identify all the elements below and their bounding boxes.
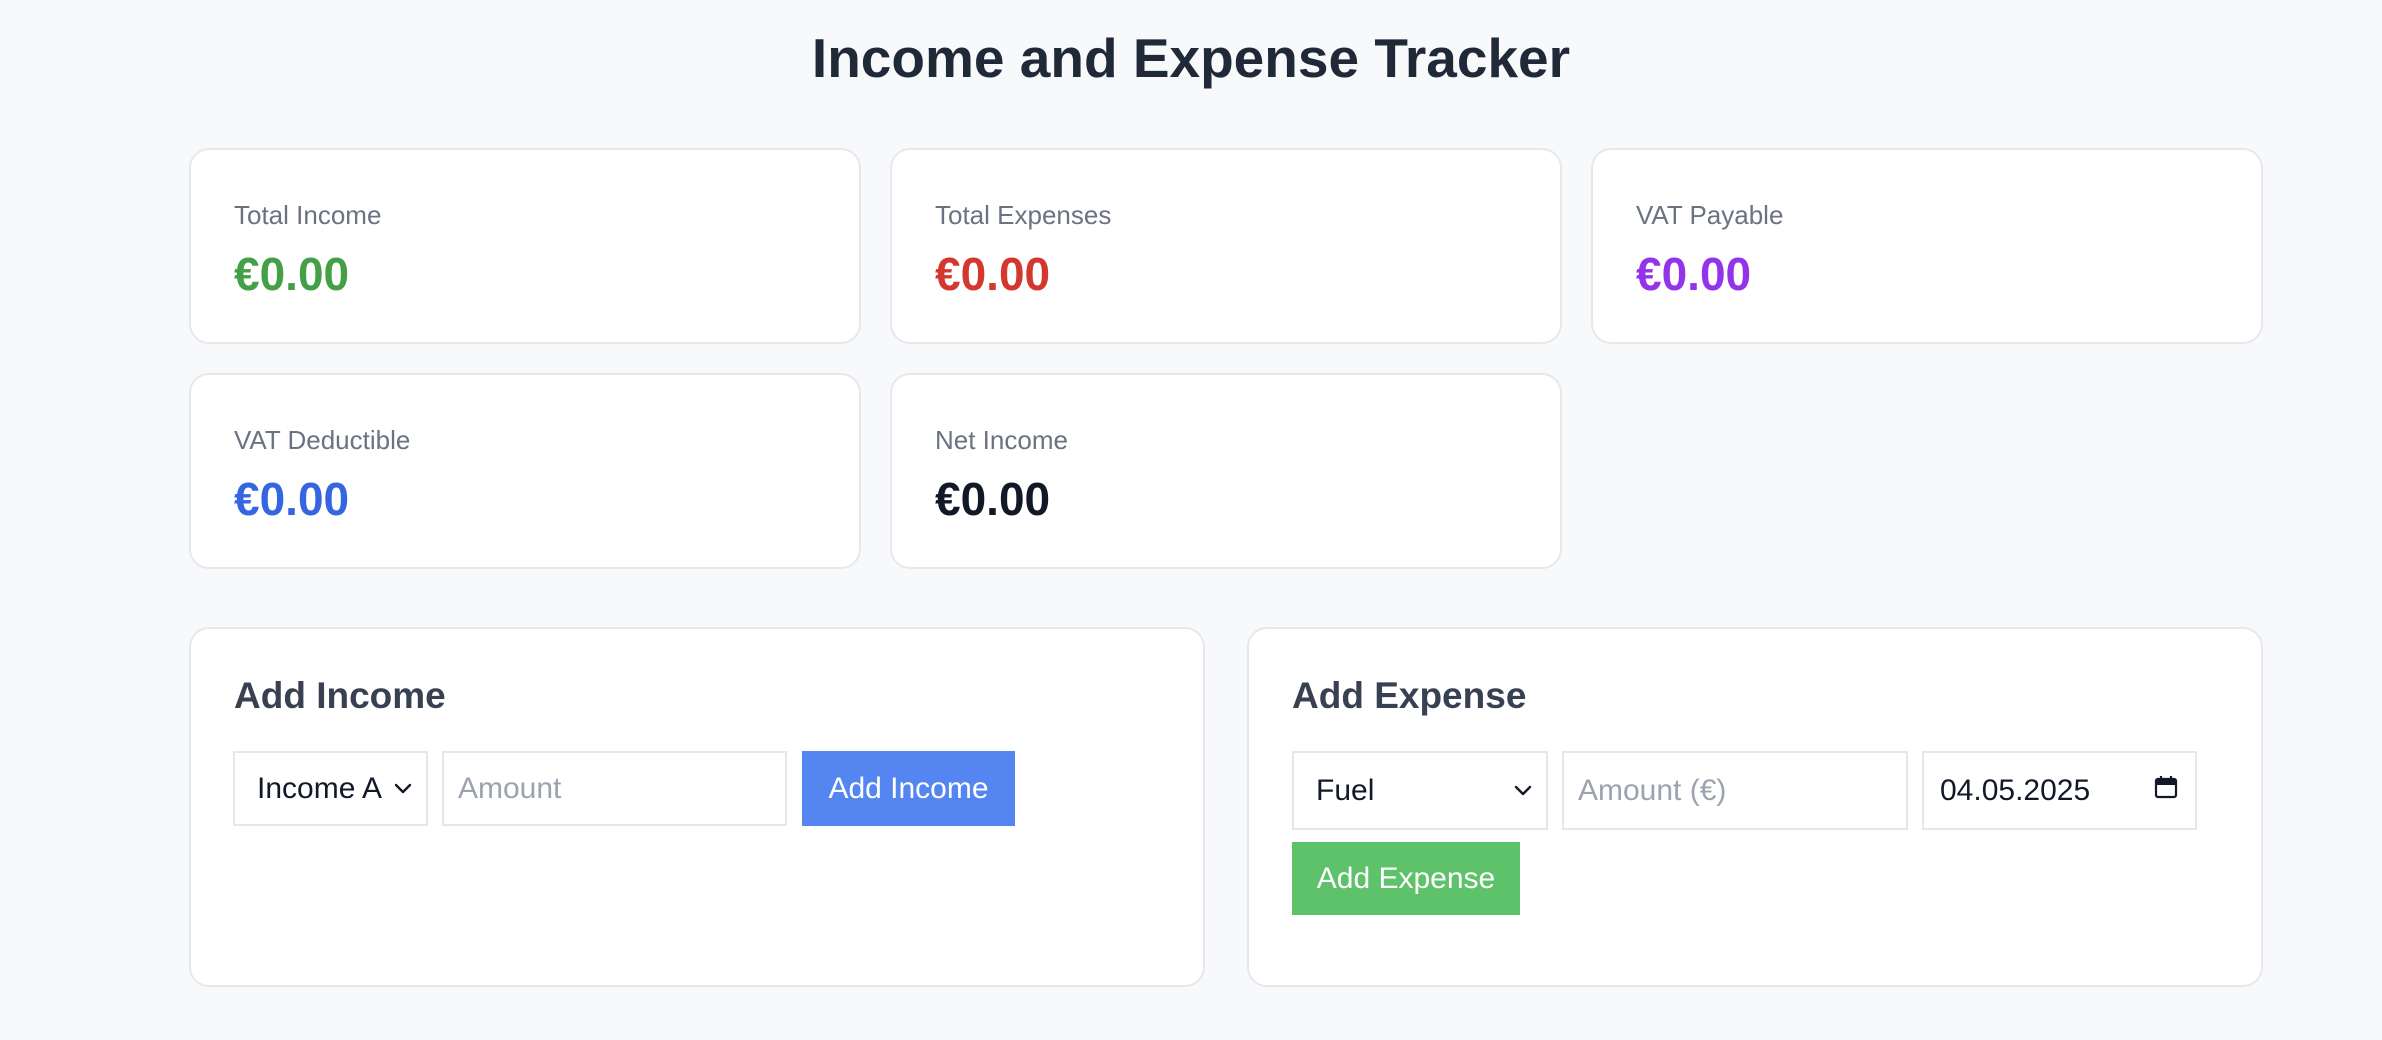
total-income-label: Total Income [234, 200, 382, 230]
add-expense-card: Add Expense Fuel Amount (€) 04.05.2025 A… [1247, 627, 2263, 987]
expense-amount-input[interactable]: Amount (€) [1562, 751, 1908, 830]
vat-deductible-value: €0.00 [234, 473, 350, 525]
expense-category-value: Fuel [1316, 773, 1375, 807]
expense-date-input[interactable]: 04.05.2025 [1922, 751, 2197, 830]
total-income-card: Total Income €0.00 [189, 148, 861, 344]
income-amount-input[interactable]: Amount [442, 751, 787, 826]
net-income-card: Net Income €0.00 [890, 373, 1562, 569]
vat-payable-label: VAT Payable [1636, 200, 1784, 230]
chevron-down-icon [1510, 778, 1536, 804]
vat-payable-value: €0.00 [1636, 248, 1752, 300]
net-income-label: Net Income [935, 425, 1068, 455]
total-expenses-label: Total Expenses [935, 200, 1112, 230]
vat-deductible-label: VAT Deductible [234, 425, 411, 455]
vat-payable-card: VAT Payable €0.00 [1591, 148, 2263, 344]
expense-category-select[interactable]: Fuel [1292, 751, 1548, 830]
add-income-title: Add Income [234, 675, 446, 716]
calendar-icon[interactable] [2153, 774, 2179, 808]
income-source-select[interactable]: Income A [233, 751, 428, 826]
add-expense-title: Add Expense [1292, 675, 1527, 716]
income-source-value: Income A [257, 771, 383, 805]
total-expenses-value: €0.00 [935, 248, 1051, 300]
add-income-card: Add Income Income A Amount Add Income [189, 627, 1205, 987]
total-expenses-card: Total Expenses €0.00 [890, 148, 1562, 344]
vat-deductible-card: VAT Deductible €0.00 [189, 373, 861, 569]
expense-date-value: 04.05.2025 [1940, 773, 2091, 807]
page-title: Income and Expense Tracker [811, 27, 1571, 89]
chevron-down-icon [390, 776, 416, 802]
add-income-button[interactable]: Add Income [802, 751, 1015, 826]
total-income-value: €0.00 [234, 248, 350, 300]
expense-amount-placeholder: Amount (€) [1578, 773, 1727, 807]
net-income-value: €0.00 [935, 473, 1051, 525]
add-expense-button[interactable]: Add Expense [1292, 842, 1520, 915]
income-amount-placeholder: Amount [458, 771, 562, 805]
